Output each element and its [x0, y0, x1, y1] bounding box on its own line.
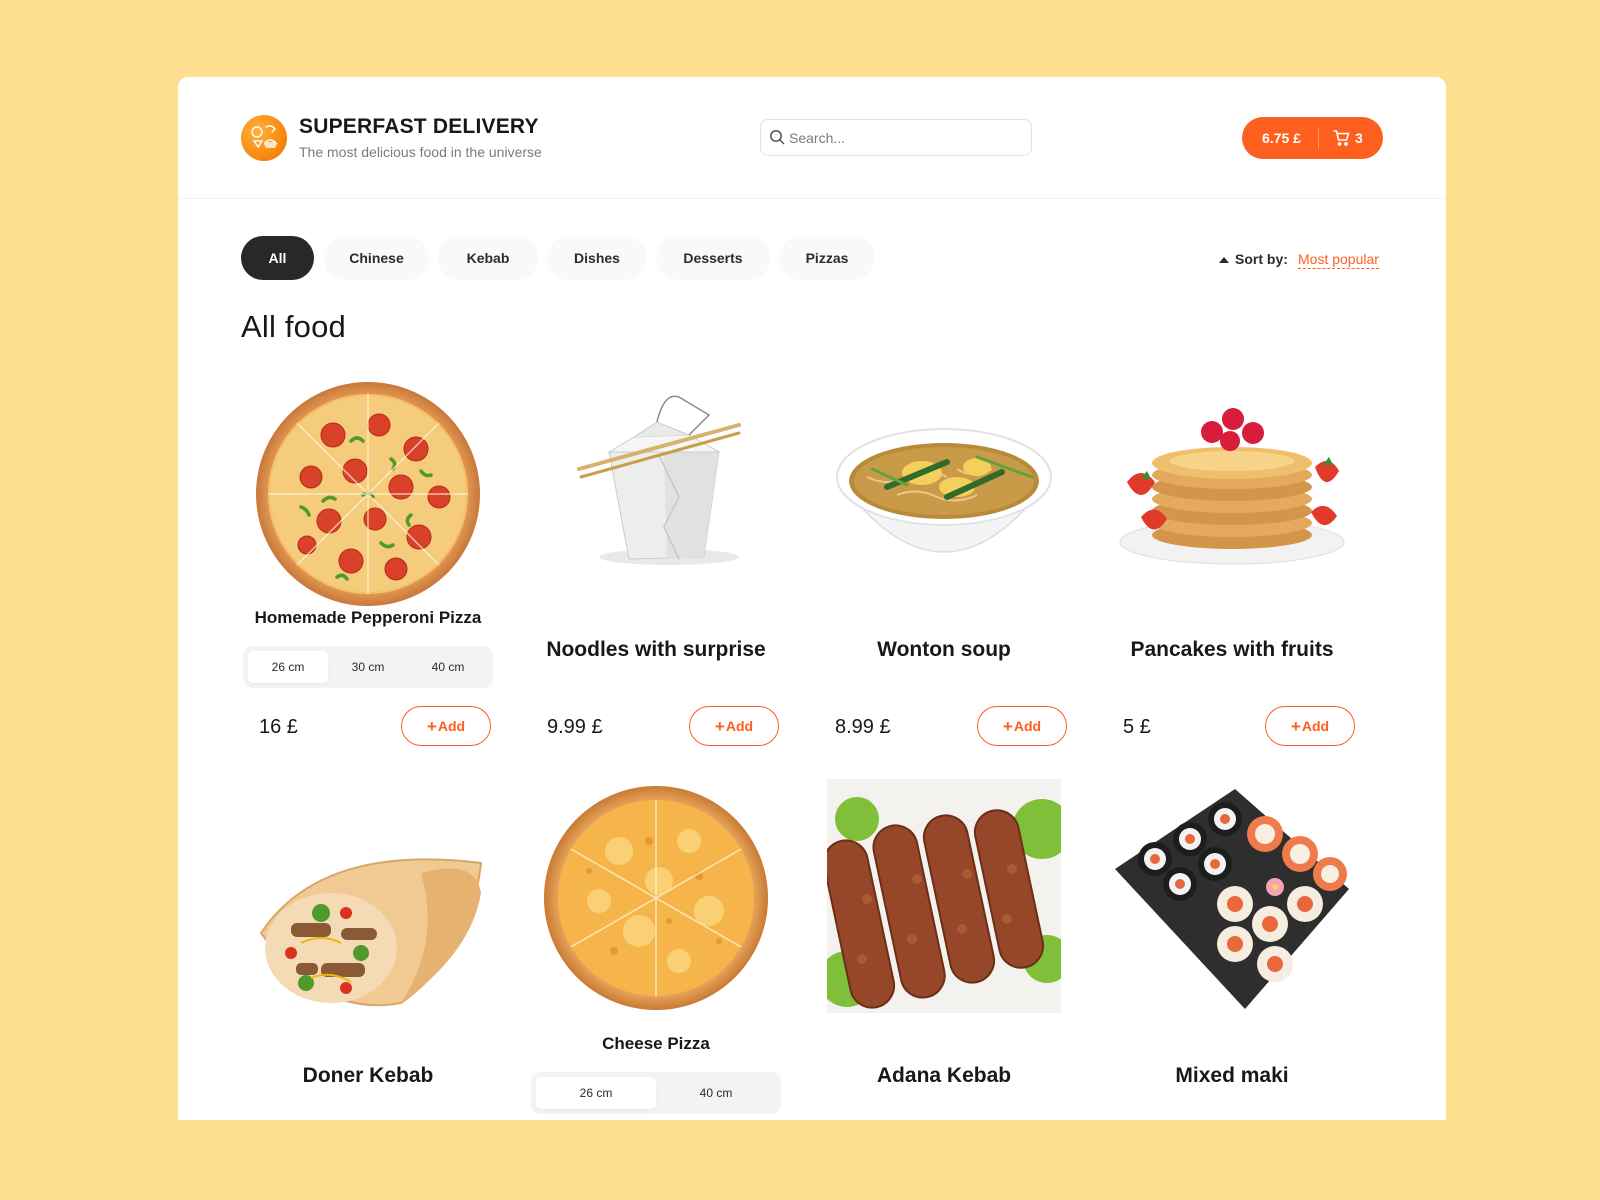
app-window: SUPERFAST DELIVERY The most delicious fo… [178, 77, 1446, 1120]
cart-button[interactable]: 6.75 £ 3 [1242, 117, 1383, 159]
size-option[interactable]: 30 cm [328, 651, 408, 683]
size-option[interactable]: 40 cm [656, 1077, 776, 1109]
plus-icon: + [1290, 716, 1301, 736]
size-option[interactable]: 26 cm [248, 651, 328, 683]
product-card: Pancakes with fruits 5 £ + Add [1105, 377, 1359, 839]
sort-arrow-icon[interactable] [1219, 256, 1229, 263]
cart-divider [1318, 128, 1319, 149]
product-name[interactable]: Doner Kebab [241, 1064, 495, 1088]
product-name[interactable]: Cheese Pizza [529, 1034, 783, 1054]
sort-label: Sort by: [1235, 251, 1288, 267]
category-pizzas[interactable]: Pizzas [779, 236, 875, 280]
cheese-pizza-image[interactable] [539, 781, 773, 1015]
product-name[interactable]: Adana Kebab [817, 1064, 1071, 1088]
product-card: Doner Kebab [241, 803, 495, 1120]
category-dishes[interactable]: Dishes [547, 236, 647, 280]
category-kebab[interactable]: Kebab [438, 236, 538, 280]
pancakes-image[interactable] [1115, 377, 1349, 611]
category-chinese[interactable]: Chinese [324, 236, 429, 280]
size-selector: 26 cm 40 cm [531, 1072, 781, 1114]
size-option[interactable]: 26 cm [536, 1077, 656, 1109]
plus-icon: + [1002, 716, 1013, 736]
plus-icon: + [426, 716, 437, 736]
product-card: Homemade Pepperoni Pizza 26 cm 30 cm 40 … [241, 377, 495, 839]
add-button[interactable]: + Add [401, 706, 491, 746]
product-price: 5 £ [1123, 716, 1151, 738]
sushi-image[interactable] [1115, 779, 1349, 1013]
adana-kebab-image[interactable] [827, 779, 1061, 1013]
category-all[interactable]: All [241, 236, 314, 280]
add-button[interactable]: + Add [1265, 706, 1355, 746]
product-card: Noodles with surprise 9.99 £ + Add [529, 377, 783, 839]
pepperoni-pizza-image[interactable] [251, 377, 485, 611]
product-card: Adana Kebab [817, 779, 1071, 1120]
size-selector: 26 cm 30 cm 40 cm [243, 646, 493, 688]
search-box [760, 119, 1032, 156]
product-name[interactable]: Noodles with surprise [529, 638, 783, 662]
product-price: 16 £ [259, 716, 298, 738]
cart-count: 3 [1355, 130, 1363, 146]
page-title: All food [241, 309, 346, 344]
product-name[interactable]: Mixed maki [1105, 1064, 1359, 1088]
cart-icon [1333, 130, 1350, 146]
product-card: Cheese Pizza 26 cm 40 cm [529, 786, 783, 1120]
add-label: Add [437, 718, 466, 734]
cart-total: 6.75 £ [1262, 130, 1301, 146]
product-name[interactable]: Wonton soup [817, 638, 1071, 662]
add-label: Add [1301, 718, 1330, 734]
product-price: 8.99 £ [835, 716, 891, 738]
header: SUPERFAST DELIVERY The most delicious fo… [178, 77, 1446, 199]
add-button[interactable]: + Add [689, 706, 779, 746]
noodle-box-image[interactable] [539, 377, 773, 611]
plus-icon: + [714, 716, 725, 736]
add-label: Add [725, 718, 754, 734]
search-input[interactable] [789, 120, 1025, 155]
product-name[interactable]: Homemade Pepperoni Pizza [241, 608, 495, 628]
brand-subtitle: The most delicious food in the universe [299, 144, 542, 160]
doner-kebab-image[interactable] [251, 803, 485, 1037]
product-card: Wonton soup 8.99 £ + Add [817, 377, 1071, 839]
logo-icon[interactable] [241, 115, 287, 161]
brand-title: SUPERFAST DELIVERY [299, 115, 539, 138]
add-button[interactable]: + Add [977, 706, 1067, 746]
search-icon [770, 130, 785, 145]
wonton-soup-image[interactable] [827, 377, 1061, 611]
add-label: Add [1013, 718, 1042, 734]
sort-dropdown[interactable]: Most popular [1298, 251, 1379, 269]
size-option[interactable]: 40 cm [408, 651, 488, 683]
product-price: 9.99 £ [547, 716, 603, 738]
product-name[interactable]: Pancakes with fruits [1105, 638, 1359, 662]
product-card: Mixed maki [1105, 789, 1359, 1120]
category-desserts[interactable]: Desserts [656, 236, 770, 280]
